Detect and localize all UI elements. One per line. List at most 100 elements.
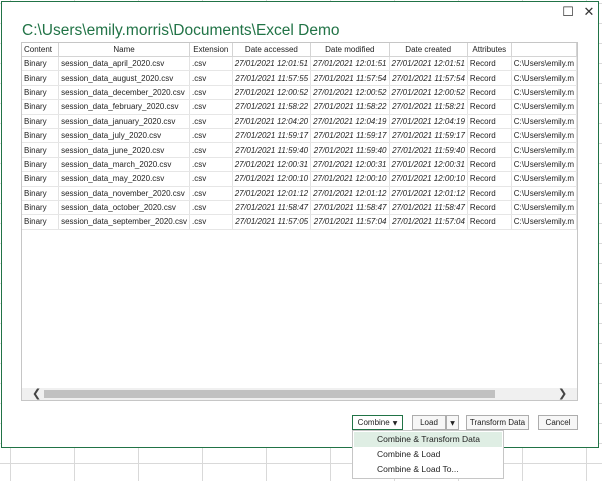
cell-extension: .csv xyxy=(189,142,233,158)
table-row[interactable]: Binary session_data_july_2020.csv .csv 27/0… xyxy=(22,128,577,144)
cell-date-created: 27/01/2021 12:01:51 xyxy=(389,56,468,72)
cell-content[interactable]: Binary xyxy=(22,157,60,173)
cell-attributes[interactable]: Record xyxy=(467,85,512,101)
column-header-name[interactable]: Name xyxy=(58,43,190,57)
cell-attributes[interactable]: Record xyxy=(467,70,512,86)
menu-item-combine-load-to[interactable]: Combine & Load To... xyxy=(354,462,502,477)
cell-attributes[interactable]: Record xyxy=(467,142,512,158)
cell-attributes[interactable]: Record xyxy=(467,114,512,129)
cell-date-accessed: 27/01/2021 11:58:47 xyxy=(232,200,312,216)
cell-name: session_data_january_2020.csv xyxy=(58,114,190,129)
table-row[interactable]: Binary session_data_august_2020.csv .csv 27… xyxy=(22,70,577,86)
cell-attributes[interactable]: Record xyxy=(467,186,512,201)
cell-name: session_data_july_2020.csv xyxy=(58,128,190,144)
cell-date-accessed: 27/01/2021 11:57:05 xyxy=(232,214,312,230)
cell-extension: .csv xyxy=(189,114,233,129)
cell-date-modified: 27/01/2021 11:58:47 xyxy=(310,200,390,216)
table-row[interactable]: Binary session_data_november_2020.csv .csv… xyxy=(22,186,577,201)
table-row[interactable]: Binary session_data_april_2020.csv .csv 27/… xyxy=(22,56,577,72)
load-dropdown-button[interactable]: ▼ xyxy=(446,415,459,430)
chevron-down-icon: ▼ xyxy=(450,420,455,427)
cell-date-created: 27/01/2021 11:58:47 xyxy=(389,200,468,216)
cell-date-modified: 27/01/2021 11:57:04 xyxy=(310,214,390,230)
cell-date-modified: 27/01/2021 11:59:40 xyxy=(310,142,390,158)
cell-name: session_data_october_2020.csv xyxy=(58,200,190,216)
combine-button[interactable]: Combine ▼ xyxy=(352,415,403,430)
cell-folder-path: C:\Users\emily.m xyxy=(511,214,577,230)
cell-date-created: 27/01/2021 11:57:54 xyxy=(389,70,468,86)
scroll-right-icon[interactable]: ❯ xyxy=(558,387,567,400)
cell-name: session_data_february_2020.csv xyxy=(58,99,190,115)
transform-data-button-label: Transform Data xyxy=(469,418,526,427)
cell-content[interactable]: Binary xyxy=(22,186,60,201)
table-row[interactable]: Binary session_data_october_2020.csv .csv 2… xyxy=(22,200,577,216)
table-header-row: Content Name Extension Date accessed Dat… xyxy=(22,43,577,57)
table-row[interactable]: Binary session_data_december_2020.csv .csv… xyxy=(22,85,577,101)
menu-item-combine-load[interactable]: Combine & Load xyxy=(354,447,502,462)
cell-attributes[interactable]: Record xyxy=(467,128,512,144)
column-header-attributes[interactable]: Attributes xyxy=(467,43,512,57)
cell-content[interactable]: Binary xyxy=(22,99,60,115)
table-row[interactable]: Binary session_data_march_2020.csv .csv 27/… xyxy=(22,157,577,173)
combine-dropdown-menu: Combine & Transform Data Combine & Load … xyxy=(352,430,504,479)
column-header-date-modified[interactable]: Date modified xyxy=(310,43,390,57)
cell-date-modified: 27/01/2021 11:58:22 xyxy=(310,99,390,115)
cell-content[interactable]: Binary xyxy=(22,200,60,216)
cell-content[interactable]: Binary xyxy=(22,56,60,72)
cell-folder-path: C:\Users\emily.m xyxy=(511,70,577,86)
cell-folder-path: C:\Users\emily.m xyxy=(511,171,577,187)
table-row[interactable]: Binary session_data_february_2020.csv .csv… xyxy=(22,99,577,115)
cell-content[interactable]: Binary xyxy=(22,142,60,158)
cell-content[interactable]: Binary xyxy=(22,128,60,144)
column-header-date-created[interactable]: Date created xyxy=(389,43,468,57)
cell-date-accessed: 27/01/2021 12:04:20 xyxy=(232,114,312,129)
load-button[interactable]: Load xyxy=(412,415,446,430)
cell-extension: .csv xyxy=(189,99,233,115)
cell-extension: .csv xyxy=(189,200,233,216)
cancel-button[interactable]: Cancel xyxy=(538,415,578,430)
column-header-date-accessed[interactable]: Date accessed xyxy=(232,43,312,57)
cell-content[interactable]: Binary xyxy=(22,85,60,101)
cell-folder-path: C:\Users\emily.m xyxy=(511,56,577,72)
cell-name: session_data_april_2020.csv xyxy=(58,56,190,72)
cell-content[interactable]: Binary xyxy=(22,114,60,129)
cell-date-created: 27/01/2021 12:00:52 xyxy=(389,85,468,101)
cell-content[interactable]: Binary xyxy=(22,214,60,230)
cell-date-created: 27/01/2021 11:59:17 xyxy=(389,128,468,144)
close-button[interactable]: ✕ xyxy=(579,4,599,22)
cell-content[interactable]: Binary xyxy=(22,171,60,187)
cell-name: session_data_august_2020.csv xyxy=(58,70,190,86)
column-header-folder-path[interactable] xyxy=(511,43,577,57)
cell-date-accessed: 27/01/2021 11:59:40 xyxy=(232,142,312,158)
cell-date-accessed: 27/01/2021 12:01:12 xyxy=(232,186,312,201)
table-row[interactable]: Binary session_data_september_2020.csv .cs… xyxy=(22,214,577,230)
column-header-content[interactable]: Content xyxy=(22,43,60,57)
cell-date-created: 27/01/2021 12:00:31 xyxy=(389,157,468,173)
cell-attributes[interactable]: Record xyxy=(467,157,512,173)
table-row[interactable]: Binary session_data_may_2020.csv .csv 27/01… xyxy=(22,171,577,187)
table-row[interactable]: Binary session_data_june_2020.csv .csv 27/0… xyxy=(22,142,577,158)
horizontal-scrollbar[interactable]: ❮ ❯ xyxy=(22,387,577,400)
cell-date-created: 27/01/2021 11:58:21 xyxy=(389,99,468,115)
cell-attributes[interactable]: Record xyxy=(467,171,512,187)
cell-date-modified: 27/01/2021 12:00:52 xyxy=(310,85,390,101)
chevron-down-icon: ▼ xyxy=(392,420,398,427)
menu-item-combine-transform[interactable]: Combine & Transform Data xyxy=(354,432,502,447)
scroll-left-icon[interactable]: ❮ xyxy=(32,387,41,400)
cell-attributes[interactable]: Record xyxy=(467,99,512,115)
cell-attributes[interactable]: Record xyxy=(467,200,512,216)
cell-date-modified: 27/01/2021 12:01:51 xyxy=(310,56,390,72)
table-row[interactable]: Binary session_data_january_2020.csv .csv 2… xyxy=(22,114,577,129)
scrollbar-thumb[interactable] xyxy=(44,390,495,398)
cell-extension: .csv xyxy=(189,171,233,187)
column-header-extension[interactable]: Extension xyxy=(189,43,233,57)
transform-data-button[interactable]: Transform Data xyxy=(466,415,529,430)
cell-date-accessed: 27/01/2021 11:59:17 xyxy=(232,128,312,144)
cell-extension: .csv xyxy=(189,186,233,201)
cell-folder-path: C:\Users\emily.m xyxy=(511,186,577,201)
cell-name: session_data_june_2020.csv xyxy=(58,142,190,158)
cell-attributes[interactable]: Record xyxy=(467,214,512,230)
cell-attributes[interactable]: Record xyxy=(467,56,512,72)
maximize-button[interactable]: ☐ xyxy=(558,4,578,22)
cell-content[interactable]: Binary xyxy=(22,70,60,86)
